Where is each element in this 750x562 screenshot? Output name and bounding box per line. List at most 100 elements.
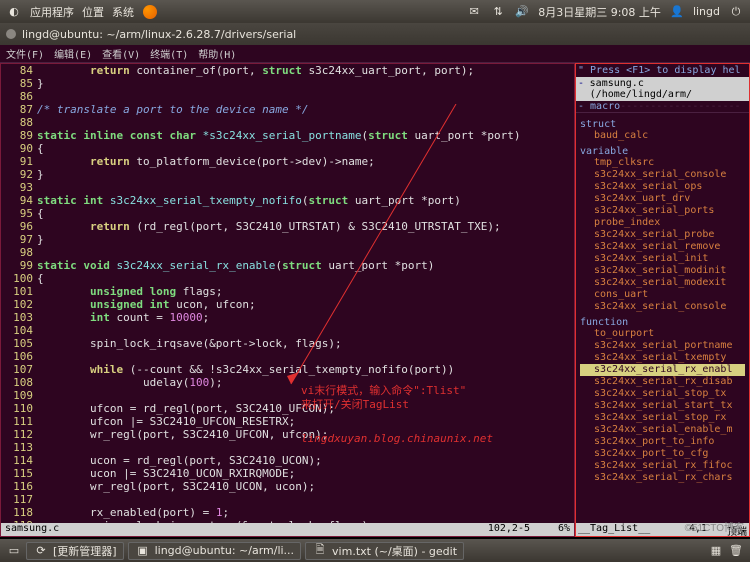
taglist-item[interactable]: s3c24xx_serial_remove bbox=[580, 241, 745, 253]
code-line[interactable]: 115 ucon |= S3C2410_UCON_RXIRQMODE; bbox=[1, 467, 574, 480]
menu-applications[interactable]: 应用程序 bbox=[30, 4, 74, 20]
watermark: ©51CTO博客 bbox=[685, 519, 744, 534]
taglist-item[interactable]: s3c24xx_serial_rx_chars bbox=[580, 472, 745, 484]
code-line[interactable]: 116 wr_regl(port, S3C2410_UCON, ucon); bbox=[1, 480, 574, 493]
code-line[interactable]: 107 while (--count && !s3c24xx_serial_tx… bbox=[1, 363, 574, 376]
taglist-item[interactable]: s3c24xx_serial_ports bbox=[580, 205, 745, 217]
network-icon[interactable]: ⇅ bbox=[490, 4, 506, 20]
taglist-item[interactable]: s3c24xx_port_to_cfg bbox=[580, 448, 745, 460]
taglist-item[interactable]: s3c24xx_serial_modinit bbox=[580, 265, 745, 277]
code-line[interactable]: 95{ bbox=[1, 207, 574, 220]
menu-file[interactable]: 文件(F) bbox=[6, 46, 44, 61]
code-line[interactable]: 96 return (rd_regl(port, S3C2410_UTRSTAT… bbox=[1, 220, 574, 233]
code-line[interactable]: 103 int count = 10000; bbox=[1, 311, 574, 324]
code-line[interactable]: 111 ufcon |= S3C2410_UFCON_RESETRX; bbox=[1, 415, 574, 428]
code-line[interactable]: 102 unsigned int ucon, ufcon; bbox=[1, 298, 574, 311]
code-area[interactable]: vi末行模式，输入命令":Tlist" 来打开/关闭TagList lingdx… bbox=[1, 64, 574, 523]
taglist-body[interactable]: structbaud_calc variabletmp_clksrcs3c24x… bbox=[576, 113, 749, 523]
main-code-pane[interactable]: vi末行模式，输入命令":Tlist" 来打开/关闭TagList lingdx… bbox=[0, 63, 575, 537]
taglist-item[interactable]: s3c24xx_port_to_info bbox=[580, 436, 745, 448]
update-icon: ⟳ bbox=[33, 543, 49, 559]
sound-icon[interactable]: 🔊 bbox=[514, 4, 530, 20]
code-line[interactable]: 100{ bbox=[1, 272, 574, 285]
menu-terminal[interactable]: 终端(T) bbox=[150, 46, 188, 61]
code-line[interactable]: 94static int s3c24xx_serial_txempty_nofi… bbox=[1, 194, 574, 207]
gnome-bottom-panel: ▭ ⟳[更新管理器] ▣lingd@ubuntu: ~/arm/li... 🗎v… bbox=[0, 539, 750, 562]
terminal-menubar: 文件(F) 编辑(E) 查看(V) 终端(T) 帮助(H) bbox=[0, 45, 750, 63]
menu-edit[interactable]: 编辑(E) bbox=[54, 46, 92, 61]
window-title: lingd@ubuntu: ~/arm/linux-2.6.28.7/drive… bbox=[22, 28, 296, 41]
taglist-item[interactable]: baud_calc bbox=[580, 130, 745, 142]
code-line[interactable]: 108 udelay(100); bbox=[1, 376, 574, 389]
user-name[interactable]: lingd bbox=[693, 5, 720, 18]
code-line[interactable]: 105 spin_lock_irqsave(&port->lock, flags… bbox=[1, 337, 574, 350]
taglist-item[interactable]: tmp_clksrc bbox=[580, 157, 745, 169]
taglist-item[interactable]: s3c24xx_serial_rx_disab bbox=[580, 376, 745, 388]
code-line[interactable]: 112 wr_regl(port, S3C2410_UFCON, ufcon); bbox=[1, 428, 574, 441]
taglist-item[interactable]: s3c24xx_serial_stop_rx bbox=[580, 412, 745, 424]
code-line[interactable]: 86 bbox=[1, 90, 574, 103]
taglist-item[interactable]: to_ourport bbox=[580, 328, 745, 340]
code-line[interactable]: 119 spin_unlock_irqrestore(&port->lock, … bbox=[1, 519, 574, 523]
code-line[interactable]: 118 rx_enabled(port) = 1; bbox=[1, 506, 574, 519]
taglist-item[interactable]: s3c24xx_serial_rx_enabl bbox=[580, 364, 745, 376]
clock[interactable]: 8月3日星期三 9:08 上午 bbox=[538, 4, 661, 20]
code-line[interactable]: 93 bbox=[1, 181, 574, 194]
code-line[interactable]: 99static void s3c24xx_serial_rx_enable(s… bbox=[1, 259, 574, 272]
code-line[interactable]: 87/* translate a port to the device name… bbox=[1, 103, 574, 116]
taglist-pane[interactable]: " Press <F1> to display hel - samsung.c … bbox=[575, 63, 750, 537]
code-line[interactable]: 97} bbox=[1, 233, 574, 246]
taglist-item[interactable]: s3c24xx_serial_modexit bbox=[580, 277, 745, 289]
taglist-item[interactable]: s3c24xx_serial_init bbox=[580, 253, 745, 265]
gedit-icon: 🗎 bbox=[312, 543, 328, 559]
taglist-item[interactable]: s3c24xx_serial_rx_fifoc bbox=[580, 460, 745, 472]
task-terminal[interactable]: ▣lingd@ubuntu: ~/arm/li... bbox=[128, 542, 301, 560]
code-line[interactable]: 113 bbox=[1, 441, 574, 454]
taglist-item[interactable]: cons_uart bbox=[580, 289, 745, 301]
taglist-item[interactable]: s3c24xx_serial_start_tx bbox=[580, 400, 745, 412]
task-update-manager[interactable]: ⟳[更新管理器] bbox=[26, 542, 124, 560]
window-titlebar[interactable]: lingd@ubuntu: ~/arm/linux-2.6.28.7/drive… bbox=[0, 23, 750, 45]
task-gedit[interactable]: 🗎vim.txt (~/桌面) - gedit bbox=[305, 542, 464, 560]
code-line[interactable]: 91 return to_platform_device(port->dev)-… bbox=[1, 155, 574, 168]
taglist-section[interactable]: variable bbox=[580, 146, 745, 157]
taglist-item[interactable]: s3c24xx_serial_portname bbox=[580, 340, 745, 352]
code-line[interactable]: 110 ufcon = rd_regl(port, S3C2410_UFCON)… bbox=[1, 402, 574, 415]
menu-places[interactable]: 位置 bbox=[82, 4, 104, 20]
taglist-item[interactable]: s3c24xx_uart_drv bbox=[580, 193, 745, 205]
code-line[interactable]: 98 bbox=[1, 246, 574, 259]
code-line[interactable]: 84 return container_of(port, struct s3c2… bbox=[1, 64, 574, 77]
workspace-switcher[interactable]: ▦ bbox=[708, 543, 724, 559]
taglist-section[interactable]: struct bbox=[580, 119, 745, 130]
gnome-top-panel: ◐ 应用程序 位置 系统 ✉ ⇅ 🔊 8月3日星期三 9:08 上午 👤 lin… bbox=[0, 0, 750, 23]
shutdown-icon[interactable]: ⏻ bbox=[728, 4, 744, 20]
code-line[interactable]: 90{ bbox=[1, 142, 574, 155]
taglist-item[interactable]: s3c24xx_serial_stop_tx bbox=[580, 388, 745, 400]
trash-icon[interactable]: 🗑 bbox=[728, 543, 744, 559]
code-line[interactable]: 117 bbox=[1, 493, 574, 506]
taglist-item[interactable]: s3c24xx_serial_txempty bbox=[580, 352, 745, 364]
code-line[interactable]: 92} bbox=[1, 168, 574, 181]
taglist-item[interactable]: s3c24xx_serial_console bbox=[580, 169, 745, 181]
code-line[interactable]: 85} bbox=[1, 77, 574, 90]
code-line[interactable]: 101 unsigned long flags; bbox=[1, 285, 574, 298]
show-desktop-icon[interactable]: ▭ bbox=[6, 543, 22, 559]
taglist-item[interactable]: probe_index bbox=[580, 217, 745, 229]
taglist-item[interactable]: s3c24xx_serial_enable_m bbox=[580, 424, 745, 436]
firefox-icon[interactable] bbox=[142, 4, 158, 20]
code-line[interactable]: 114 ucon = rd_regl(port, S3C2410_UCON); bbox=[1, 454, 574, 467]
mail-icon[interactable]: ✉ bbox=[466, 4, 482, 20]
taglist-macro-fold[interactable]: - macro-------------------- bbox=[576, 101, 749, 113]
taglist-section[interactable]: function bbox=[580, 317, 745, 328]
code-line[interactable]: 109 bbox=[1, 389, 574, 402]
code-line[interactable]: 88 bbox=[1, 116, 574, 129]
taglist-item[interactable]: s3c24xx_serial_console bbox=[580, 301, 745, 313]
taglist-item[interactable]: s3c24xx_serial_ops bbox=[580, 181, 745, 193]
menu-help[interactable]: 帮助(H) bbox=[198, 46, 236, 61]
code-line[interactable]: 89static inline const char *s3c24xx_seri… bbox=[1, 129, 574, 142]
code-line[interactable]: 104 bbox=[1, 324, 574, 337]
menu-system[interactable]: 系统 bbox=[112, 4, 134, 20]
taglist-item[interactable]: s3c24xx_serial_probe bbox=[580, 229, 745, 241]
menu-view[interactable]: 查看(V) bbox=[102, 46, 140, 61]
code-line[interactable]: 106 bbox=[1, 350, 574, 363]
